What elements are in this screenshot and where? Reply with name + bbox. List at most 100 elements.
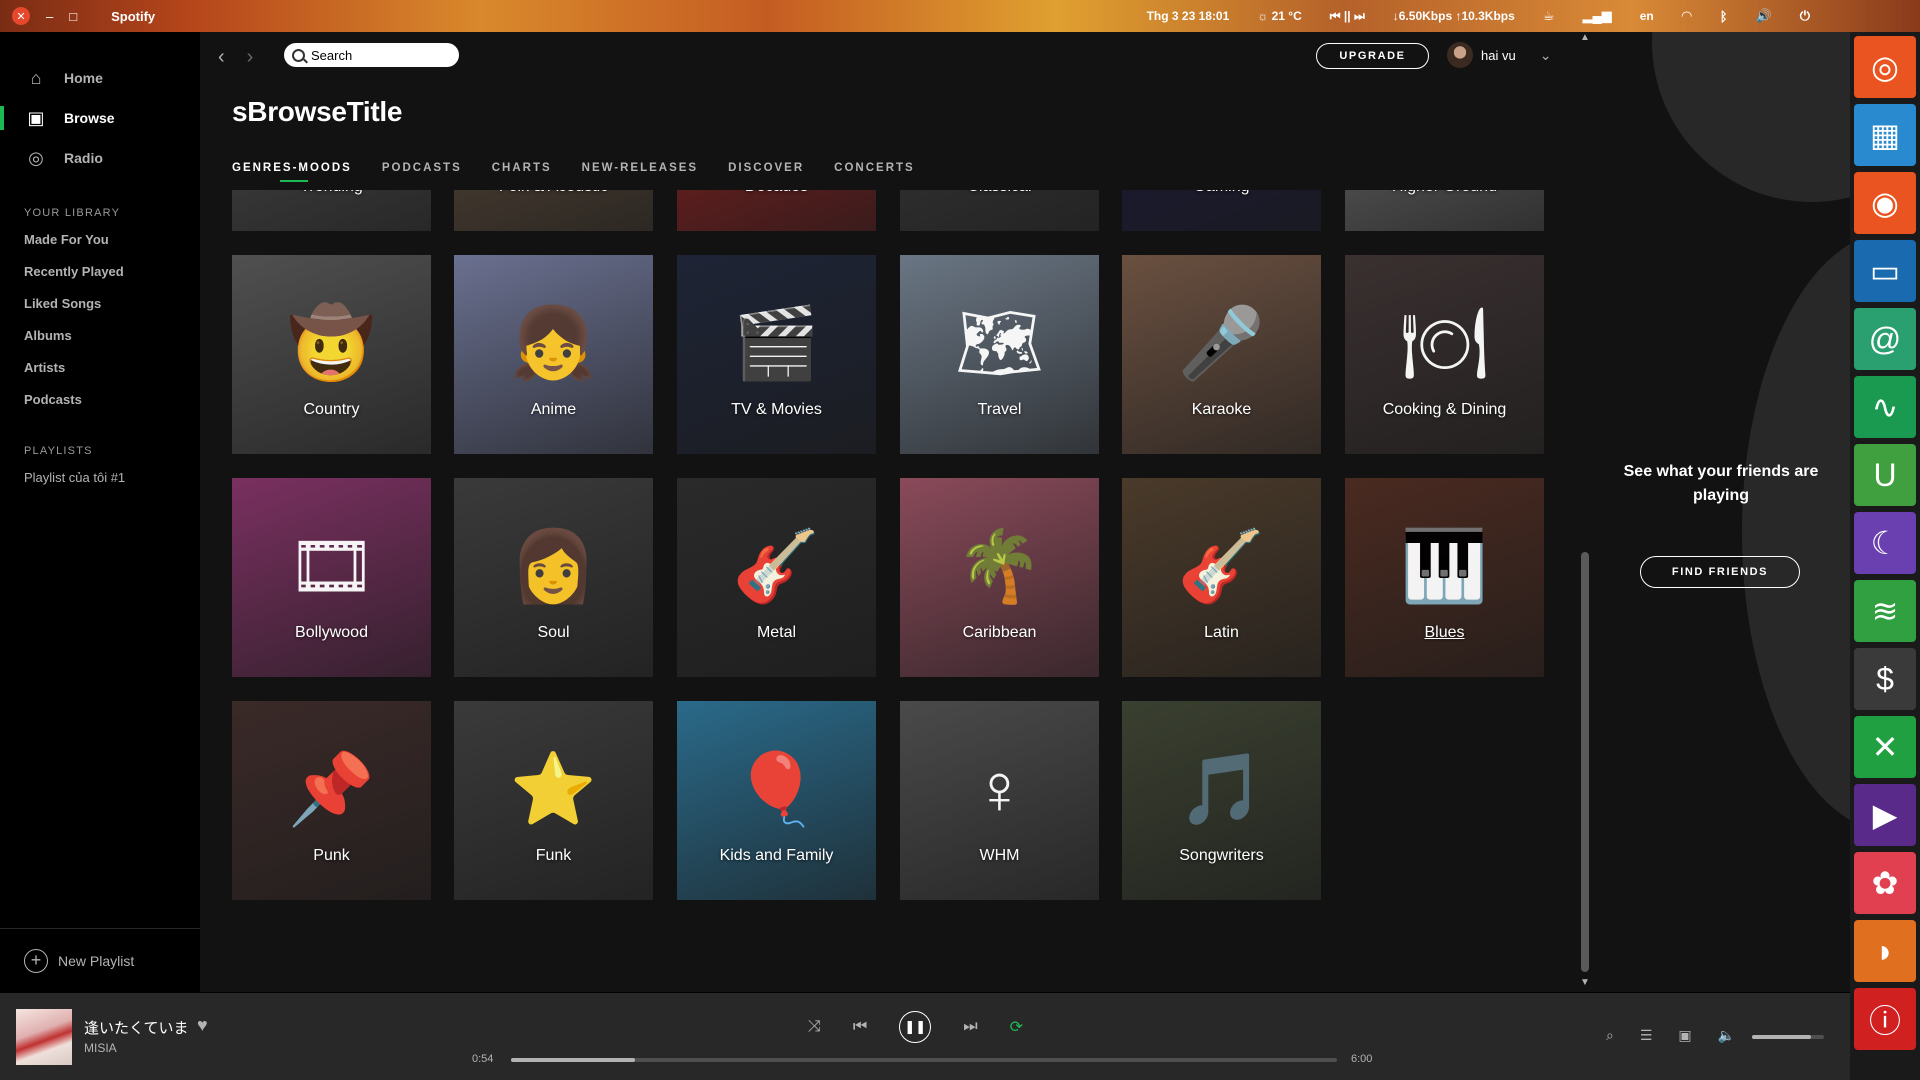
power-icon[interactable]: ⏻ bbox=[1800, 8, 1810, 24]
clock[interactable]: Thg 3 23 18:01 bbox=[1147, 9, 1230, 23]
heart-icon[interactable]: ♥ bbox=[197, 1015, 208, 1036]
ubuntu-icon[interactable]: ◎ bbox=[1854, 36, 1916, 98]
speaker-icon[interactable]: 🔈 bbox=[1718, 1027, 1735, 1044]
crossover-icon[interactable]: ✕ bbox=[1854, 716, 1916, 778]
weather-indicator[interactable]: ☼ 21 °C bbox=[1257, 9, 1301, 23]
track-artist[interactable]: MISIA bbox=[84, 1041, 117, 1055]
podcast-icon[interactable]: ⓘ bbox=[1854, 988, 1916, 1050]
app-title: Spotify bbox=[111, 8, 156, 24]
maximize-window-button[interactable]: □ bbox=[69, 9, 77, 24]
volume-slider[interactable] bbox=[1752, 1035, 1824, 1039]
chrome-icon[interactable]: ◉ bbox=[1854, 172, 1916, 234]
minimize-window-button[interactable]: – bbox=[46, 9, 53, 24]
user-menu[interactable]: hai vu ⌄ bbox=[1447, 42, 1551, 68]
genre-tile-bollywood[interactable]: 🎞 Bollywood bbox=[232, 478, 431, 677]
money-icon[interactable]: $ bbox=[1854, 648, 1916, 710]
genre-tile-label: Karaoke bbox=[1191, 401, 1252, 418]
friend-activity-panel: See what your friends are playing FIND F… bbox=[1592, 32, 1850, 992]
wave-icon[interactable]: ☾ bbox=[1854, 512, 1916, 574]
volume-icon[interactable]: 🔊 bbox=[1756, 8, 1772, 24]
genre-tile-blues[interactable]: 🎹 Blues bbox=[1345, 478, 1544, 677]
new-playlist-button[interactable]: + New Playlist bbox=[0, 928, 200, 992]
genre-icon: 🎸 bbox=[1177, 527, 1266, 605]
library-recently-played[interactable]: Recently Played bbox=[0, 256, 200, 288]
find-friends-button[interactable]: FIND FRIENDS bbox=[1640, 556, 1800, 588]
elapsed-time: 0:54 bbox=[472, 1053, 494, 1065]
genre-tile-tv-movies[interactable]: 🎬 TV & Movies bbox=[677, 255, 876, 454]
search-input[interactable]: Search bbox=[284, 43, 459, 67]
scroll-up-icon[interactable]: ▲ bbox=[1580, 32, 1590, 43]
tab-discover[interactable]: DISCOVER bbox=[728, 162, 804, 174]
playlists-section-label: PLAYLISTS bbox=[24, 445, 93, 457]
tab-new-releases[interactable]: NEW-RELEASES bbox=[582, 162, 698, 174]
library-podcasts[interactable]: Podcasts bbox=[0, 384, 200, 416]
back-arrow-icon[interactable]: ‹ bbox=[218, 46, 225, 69]
genre-tile-country[interactable]: 🤠 Country bbox=[232, 255, 431, 454]
bluetooth-icon[interactable]: ᛒ bbox=[1720, 9, 1728, 24]
library-artists[interactable]: Artists bbox=[0, 352, 200, 384]
repeat-icon[interactable]: ⟳ bbox=[1010, 1017, 1023, 1037]
library-albums[interactable]: Albums bbox=[0, 320, 200, 352]
genre-tile-metal[interactable]: 🎸 Metal bbox=[677, 478, 876, 677]
lyrics-icon[interactable]: ⌕ bbox=[1606, 1027, 1614, 1044]
genre-tile-label: Soul bbox=[537, 624, 570, 641]
genre-tile-punk[interactable]: 📌 Punk bbox=[232, 701, 431, 900]
nav-home[interactable]: ⌂ Home bbox=[0, 58, 200, 98]
nav-radio[interactable]: ◎ Radio bbox=[0, 138, 200, 178]
genre-tile-latin[interactable]: 🎸 Latin bbox=[1122, 478, 1321, 677]
devices-icon[interactable]: ▣ bbox=[1678, 1027, 1691, 1044]
tab-concerts[interactable]: CONCERTS bbox=[834, 162, 915, 174]
pause-button[interactable]: ❚❚ bbox=[899, 1011, 932, 1043]
track-title[interactable]: 逢いたくていま bbox=[84, 1017, 189, 1038]
mail-icon[interactable]: @ bbox=[1854, 308, 1916, 370]
genre-tile-label: Kids and Family bbox=[719, 847, 834, 864]
genre-tile-karaoke[interactable]: 🎤 Karaoke bbox=[1122, 255, 1321, 454]
upgrade-button[interactable]: UPGRADE bbox=[1316, 43, 1429, 69]
wifi-icon[interactable]: ◠ bbox=[1682, 8, 1692, 24]
library-made-for-you[interactable]: Made For You bbox=[0, 224, 200, 256]
genre-tile-funk[interactable]: ⭐ Funk bbox=[454, 701, 653, 900]
coffee-icon[interactable]: ☕ bbox=[1543, 8, 1555, 24]
next-icon[interactable]: ⏭ bbox=[963, 1018, 977, 1036]
genre-tile-caribbean[interactable]: 🌴 Caribbean bbox=[900, 478, 1099, 677]
main-scrollbar[interactable]: ▲ ▼ bbox=[1578, 32, 1592, 992]
pinwheel-icon[interactable]: ✿ bbox=[1854, 852, 1916, 914]
forward-arrow-icon[interactable]: › bbox=[247, 46, 254, 69]
genre-tile-cooking-dining[interactable]: 🍽 Cooking & Dining bbox=[1345, 255, 1544, 454]
genre-icon: 🗺 bbox=[955, 304, 1044, 382]
rss-icon[interactable]: ◗ bbox=[1854, 920, 1916, 982]
genre-tile-travel[interactable]: 🗺 Travel bbox=[900, 255, 1099, 454]
album-cover[interactable] bbox=[16, 1009, 72, 1065]
tab-genres-moods[interactable]: GENRES-MOODS bbox=[232, 162, 352, 182]
queue-icon[interactable]: ☰ bbox=[1640, 1027, 1653, 1044]
files-icon[interactable]: ▭ bbox=[1854, 240, 1916, 302]
apps-icon[interactable]: ▦ bbox=[1854, 104, 1916, 166]
network-speed-indicator[interactable]: ↓6.50Kbps ↑10.3Kbps bbox=[1393, 9, 1515, 23]
media-controls-indicator[interactable]: ⏮ || ⏭ bbox=[1330, 9, 1365, 24]
tab-charts[interactable]: CHARTS bbox=[492, 162, 552, 174]
browse-tabs: GENRES-MOODS PODCASTS CHARTS NEW-RELEASE… bbox=[232, 162, 915, 182]
genre-tile-anime[interactable]: 👧 Anime bbox=[454, 255, 653, 454]
genre-tile-songwriters[interactable]: 🎵 Songwriters bbox=[1122, 701, 1321, 900]
spotify-icon[interactable]: ≋ bbox=[1854, 580, 1916, 642]
language-indicator[interactable]: en bbox=[1640, 9, 1654, 23]
progress-bar[interactable] bbox=[511, 1058, 1337, 1062]
genre-tile-soul[interactable]: 👩 Soul bbox=[454, 478, 653, 677]
monitor-icon[interactable]: ∿ bbox=[1854, 376, 1916, 438]
playlist-item[interactable]: Playlist của tôi #1 bbox=[0, 462, 200, 494]
library-liked-songs[interactable]: Liked Songs bbox=[0, 288, 200, 320]
upwork-icon[interactable]: U bbox=[1854, 444, 1916, 506]
video-icon[interactable]: ▶ bbox=[1854, 784, 1916, 846]
genre-tile-kids-and-family[interactable]: 🎈 Kids and Family bbox=[677, 701, 876, 900]
nav-browse[interactable]: ▣ Browse bbox=[0, 98, 200, 138]
genre-icon: ♀ bbox=[973, 750, 1026, 828]
cpu-graph-icon[interactable]: ▂▄▆ bbox=[1582, 8, 1611, 24]
previous-icon[interactable]: ⏮ bbox=[853, 1018, 867, 1036]
scroll-thumb[interactable] bbox=[1581, 552, 1589, 972]
genre-tile-whm[interactable]: ♀ WHM bbox=[900, 701, 1099, 900]
close-window-button[interactable]: ✕ bbox=[12, 7, 30, 25]
tab-podcasts[interactable]: PODCASTS bbox=[382, 162, 462, 174]
nav-home-label: Home bbox=[64, 70, 103, 86]
shuffle-icon[interactable]: ⤨ bbox=[808, 1018, 821, 1036]
scroll-down-icon[interactable]: ▼ bbox=[1580, 977, 1590, 988]
